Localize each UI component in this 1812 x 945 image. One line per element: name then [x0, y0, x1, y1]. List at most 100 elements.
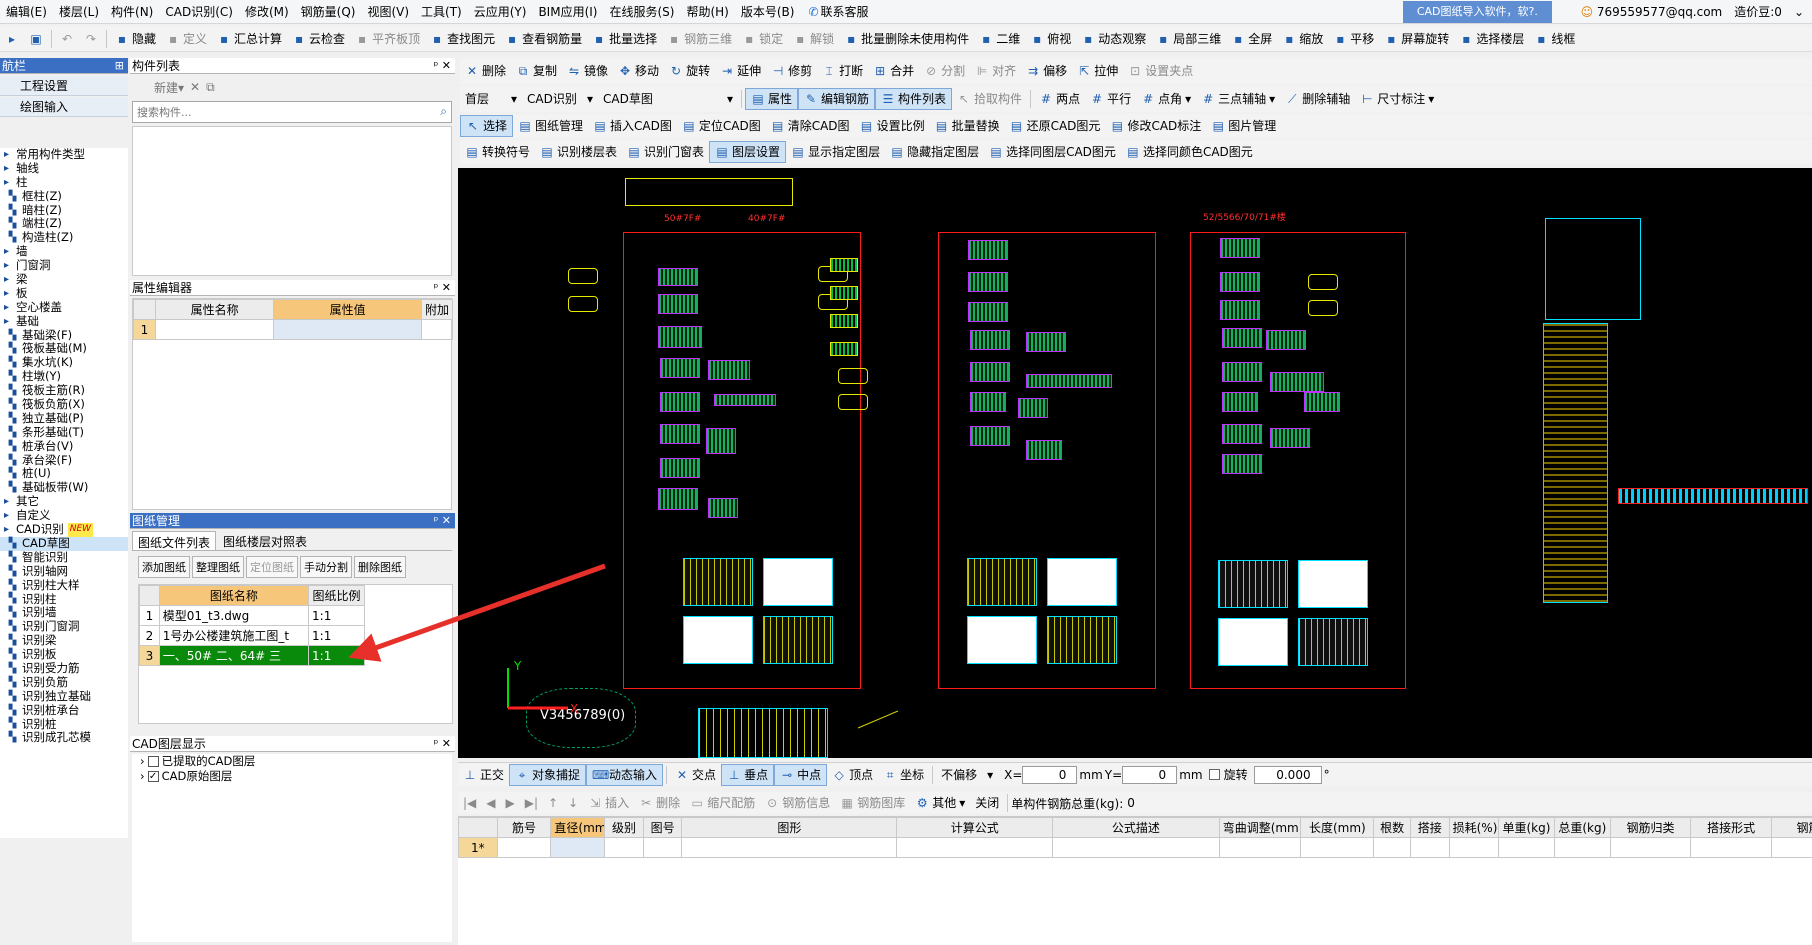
nav-item[interactable]: ▚ 筏板基础(M) [0, 342, 128, 356]
rebar-library-button[interactable]: ▦ 钢筋图库 [835, 792, 910, 814]
undo-button[interactable]: ↶ [55, 28, 79, 50]
parallel-button[interactable]: # 平行 [1085, 88, 1136, 110]
rebar-cell[interactable] [550, 837, 606, 858]
drawing-input-item[interactable]: 绘图输入 [0, 97, 128, 117]
edit-rebar-button[interactable]: ✎ 编辑钢筋 [798, 88, 876, 110]
rotate-input[interactable]: 0.000 [1253, 765, 1322, 784]
rebar-cell[interactable] [642, 837, 683, 858]
nav-item[interactable]: ▚ 基础梁(F) [0, 328, 128, 343]
tab-floor-map[interactable]: 图纸楼层对照表 [218, 531, 312, 550]
rebar-row[interactable]: 1* [458, 837, 1812, 858]
nav-item[interactable]: ▚ 桩(U) [0, 467, 128, 481]
toolbar2-item[interactable]: ↻ 旋转 [664, 60, 715, 82]
rebar-cell[interactable] [1052, 837, 1220, 858]
nav-item[interactable]: ▚ 承台梁(F) [0, 453, 128, 468]
prop-name-cell[interactable] [154, 319, 275, 340]
toolbar2-item[interactable]: ⇱ 拉伸 [1072, 60, 1123, 82]
cad-import-banner[interactable]: CAD图纸导入软件，软?. [1402, 0, 1552, 23]
insert-button[interactable]: ⇲ 插入 [583, 792, 634, 814]
drawing-row[interactable]: 3 一、50# 二、64# 三 1:1 [139, 645, 365, 666]
move-down-button[interactable]: ↓ [563, 792, 583, 814]
x-input[interactable]: 0 [1022, 765, 1078, 784]
nav-item[interactable]: ▚ 筏板负筋(X) [0, 397, 128, 412]
nav-item[interactable]: ▚ 端柱(Z) [0, 217, 128, 231]
nav-item[interactable]: ▸ 梁 [0, 272, 128, 287]
toolbar2-item[interactable]: ⊞ 合并 [868, 60, 919, 82]
nav-item[interactable]: ▚ 构造柱(Z) [0, 230, 128, 245]
toolbar5-item[interactable]: ▤ 选择同图层CAD图元 [984, 141, 1121, 163]
toolbar1-item[interactable]: ▪ 二维 [974, 28, 1025, 50]
rebar-cell[interactable] [1498, 837, 1555, 858]
toolbar1-item[interactable]: ▪ 平移 [1328, 28, 1379, 50]
toolbar2-item[interactable]: ⌶ 打断 [817, 60, 868, 82]
nav-item[interactable]: ▸ 常用构件类型 [0, 148, 128, 162]
nav-item[interactable]: ▚ 暗柱(Z) [0, 203, 128, 218]
drawing-row[interactable]: 2 1号办公楼建筑施工图_t 1:1 [139, 625, 365, 646]
perpendicular-button[interactable]: ⊥ 垂点 [721, 763, 775, 786]
toolbar5-item[interactable]: ▤ 识别楼层表 [535, 141, 622, 163]
two-point-button[interactable]: # 两点 [1034, 88, 1085, 110]
rebar-cell[interactable] [1690, 837, 1772, 858]
close-icon[interactable]: ᵖ ✕ [434, 736, 451, 752]
dynamic-input-button[interactable]: ⌨ 动态输入 [586, 763, 664, 786]
drawing-button[interactable]: 定位图纸 [246, 556, 298, 578]
nav-item[interactable]: ▚ 识别受力筋 [0, 661, 128, 676]
nav-item[interactable]: ▸ CAD识别 NEW [0, 522, 128, 537]
rebar-cell[interactable] [1218, 837, 1302, 858]
chevron-right-icon[interactable]: › [140, 769, 145, 784]
rebar-cell[interactable] [604, 837, 644, 858]
nav-item[interactable]: ▚ 识别板 [0, 647, 128, 662]
scale-rebar-button[interactable]: ▭ 缩尺配筋 [685, 792, 760, 814]
close-icon[interactable]: ᵖ ✕ [434, 58, 451, 74]
copy-icon[interactable]: ⧉ [206, 80, 215, 95]
nav-item[interactable]: ▚ 识别门窗洞 [0, 619, 128, 634]
toolbar1-item[interactable]: ▪ 选择楼层 [1454, 28, 1529, 50]
vertex-button[interactable]: ◇ 顶点 [827, 764, 878, 786]
nav-item[interactable]: ▚ 基础板带(W) [0, 480, 128, 495]
coordinate-button[interactable]: ⌗ 坐标 [878, 764, 929, 786]
menu-cad-recognize[interactable]: CAD识别(C) [159, 0, 239, 24]
nav-item[interactable]: ▸ 基础 [0, 314, 128, 329]
nav-item[interactable]: ▚ 识别轴网 [0, 564, 128, 579]
toolbar5-item[interactable]: ▤ 图层设置 [709, 141, 787, 163]
nav-item[interactable]: ▸ 自定义 [0, 508, 128, 523]
first-record-button[interactable]: |◀ [458, 792, 481, 814]
contact-service[interactable]: ✆ 联系客服 [800, 0, 874, 24]
other-button[interactable]: ⚙ 其他 ▾ [910, 792, 970, 814]
intersection-button[interactable]: ✕ 交点 [670, 764, 721, 786]
toolbar5-item[interactable]: ▤ 显示指定图层 [786, 141, 885, 163]
close-icon[interactable]: ᵖ ✕ [434, 280, 451, 296]
toolbar1-item[interactable]: ▪ 查看钢筋量 [500, 28, 587, 50]
toolbar1-item[interactable]: ▪ 批量选择 [587, 28, 662, 50]
toolbar2-item[interactable]: ⇥ 延伸 [715, 60, 766, 82]
three-point-axis-button[interactable]: # 三点辅轴 ▾ [1196, 88, 1280, 110]
toolbar2-item[interactable]: ⊘ 分割 [919, 60, 970, 82]
nav-item[interactable]: ▸ 门窗洞 [0, 258, 128, 273]
nav-item[interactable]: ▚ 识别梁 [0, 633, 128, 648]
menu-rebar-quantity[interactable]: 钢筋量(Q) [295, 0, 362, 24]
pin-icon[interactable]: ⊞ [115, 58, 124, 74]
draft-select[interactable]: CAD草图 ▾ [598, 88, 738, 110]
cad-canvas[interactable]: 50#7F# 40#7F# 52/5566/70/71#楼 V3456789(0… [458, 168, 1812, 758]
move-up-button[interactable]: ↑ [543, 792, 563, 814]
chevron-right-icon[interactable]: › [140, 754, 145, 769]
nav-item[interactable]: ▚ 识别墙 [0, 605, 128, 620]
chevron-down-icon[interactable]: ⌄ [1794, 5, 1804, 19]
drawing-row[interactable]: 1 模型01_t3.dwg 1:1 [139, 605, 365, 626]
nav-item[interactable]: ▚ 筏板主筋(R) [0, 383, 128, 398]
toolbar4-item[interactable]: ▤ 修改CAD标注 [1105, 115, 1206, 137]
nav-item[interactable]: ▚ 识别桩承台 [0, 703, 128, 718]
nav-item[interactable]: ▚ 独立基础(P) [0, 411, 128, 426]
toolbar5-item[interactable]: ▤ 转换符号 [460, 141, 535, 163]
menu-component[interactable]: 构件(N) [105, 0, 159, 24]
toolbar1-item[interactable]: ▪ 云检查 [287, 28, 350, 50]
ortho-button[interactable]: ⊥ 正交 [458, 764, 509, 786]
layer-item[interactable]: › ✓ CAD原始图层 [132, 769, 452, 784]
rotate-checkbox[interactable] [1208, 769, 1220, 780]
toolbar1-item[interactable]: ▪ 屏幕旋转 [1379, 28, 1454, 50]
toolbar2-item[interactable]: ✕ 删除 [460, 60, 511, 82]
rebar-cell[interactable] [1373, 837, 1411, 858]
nav-item[interactable]: ▸ 板 [0, 286, 128, 301]
nav-item[interactable]: ▚ 条形基础(T) [0, 425, 128, 440]
toolbar4-item[interactable]: ↖ 选择 [460, 115, 514, 137]
